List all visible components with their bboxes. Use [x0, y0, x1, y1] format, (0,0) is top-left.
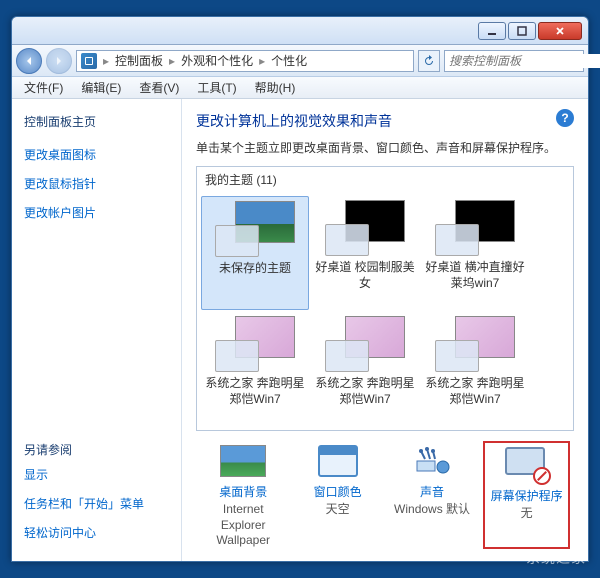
- control-panel-icon: [81, 53, 97, 69]
- theme-label: 系统之家 奔跑明星郑恺Win7: [313, 376, 417, 407]
- option-window-color[interactable]: 窗口颜色 天空: [294, 441, 380, 549]
- sidebar-link-mouse[interactable]: 更改鼠标指针: [24, 175, 169, 192]
- address-bar[interactable]: ▸ 控制面板 ▸ 外观和个性化 ▸ 个性化: [76, 50, 414, 72]
- themes-heading: 我的主题 (11): [197, 167, 573, 192]
- option-screensaver[interactable]: 屏幕保护程序 无: [483, 441, 570, 549]
- theme-label: 未保存的主题: [219, 261, 291, 291]
- menu-view[interactable]: 查看(V): [131, 77, 187, 98]
- sidebar-seealso: 另请参阅: [24, 441, 169, 458]
- sidebar-link-display[interactable]: 显示: [24, 466, 169, 483]
- menu-help[interactable]: 帮助(H): [247, 77, 304, 98]
- theme-item[interactable]: 好桌道 横冲直撞好莱坞win7: [421, 196, 529, 310]
- theme-label: 好桌道 横冲直撞好莱坞win7: [423, 260, 527, 291]
- theme-item[interactable]: 系统之家 奔跑明星郑恺Win7: [421, 312, 529, 425]
- minimize-button[interactable]: [478, 22, 506, 40]
- sidebar-link-ease[interactable]: 轻松访问中心: [24, 524, 169, 541]
- desktop-bg-icon: [219, 441, 267, 481]
- titlebar: [12, 17, 588, 45]
- window: ▸ 控制面板 ▸ 外观和个性化 ▸ 个性化 文件(F) 编辑(E) 查看(V) …: [11, 16, 589, 562]
- theme-label: 系统之家 奔跑明星郑恺Win7: [423, 376, 527, 407]
- close-button[interactable]: [538, 22, 582, 40]
- option-sound[interactable]: 声音 Windows 默认: [389, 441, 475, 549]
- themes-grid: 未保存的主题好桌道 校园制服美女好桌道 横冲直撞好莱坞win7 系统之家 奔跑明星…: [197, 192, 573, 430]
- theme-item[interactable]: 未保存的主题: [201, 196, 309, 310]
- sidebar-link-taskbar[interactable]: 任务栏和「开始」菜单: [24, 495, 169, 512]
- sound-icon: [408, 441, 456, 481]
- sidebar-link-icons[interactable]: 更改桌面图标: [24, 146, 169, 163]
- page-title: 更改计算机上的视觉效果和声音: [196, 111, 574, 131]
- page-subtitle: 单击某个主题立即更改桌面背景、窗口颜色、声音和屏幕保护程序。: [196, 139, 574, 156]
- theme-item[interactable]: 系统之家 奔跑明星郑恺Win7: [201, 312, 309, 425]
- refresh-button[interactable]: [418, 50, 440, 72]
- theme-item[interactable]: 好桌道 校园制服美女: [311, 196, 419, 310]
- breadcrumb-root[interactable]: 控制面板: [115, 52, 163, 69]
- maximize-button[interactable]: [508, 22, 536, 40]
- sidebar-link-account[interactable]: 更改帐户图片: [24, 204, 169, 221]
- option-desktop-background[interactable]: 桌面背景 Internet Explorer Wallpaper: [200, 441, 286, 549]
- body: 控制面板主页 更改桌面图标 更改鼠标指针 更改帐户图片 另请参阅 显示 任务栏和…: [12, 99, 588, 561]
- menubar: 文件(F) 编辑(E) 查看(V) 工具(T) 帮助(H): [12, 77, 588, 99]
- forward-button[interactable]: [46, 48, 72, 74]
- menu-file[interactable]: 文件(F): [16, 77, 71, 98]
- window-color-icon: [314, 441, 362, 481]
- options-row: 桌面背景 Internet Explorer Wallpaper 窗口颜色 天空…: [196, 431, 574, 553]
- menu-edit[interactable]: 编辑(E): [73, 77, 129, 98]
- back-button[interactable]: [16, 48, 42, 74]
- breadcrumb-sep: ▸: [103, 54, 109, 68]
- navbar: ▸ 控制面板 ▸ 外观和个性化 ▸ 个性化: [12, 45, 588, 77]
- sidebar: 控制面板主页 更改桌面图标 更改鼠标指针 更改帐户图片 另请参阅 显示 任务栏和…: [12, 99, 182, 561]
- search-input[interactable]: [449, 54, 600, 68]
- menu-tools[interactable]: 工具(T): [189, 77, 244, 98]
- search-box[interactable]: [444, 50, 584, 72]
- screensaver-icon: [503, 445, 551, 485]
- content: ? 更改计算机上的视觉效果和声音 单击某个主题立即更改桌面背景、窗口颜色、声音和…: [182, 99, 588, 561]
- breadcrumb-leaf[interactable]: 个性化: [271, 52, 307, 69]
- themes-panel: 我的主题 (11) 未保存的主题好桌道 校园制服美女好桌道 横冲直撞好莱坞win…: [196, 166, 574, 431]
- breadcrumb-mid[interactable]: 外观和个性化: [181, 52, 253, 69]
- sidebar-home[interactable]: 控制面板主页: [24, 113, 169, 130]
- help-icon[interactable]: ?: [556, 109, 574, 127]
- theme-label: 好桌道 校园制服美女: [313, 260, 417, 291]
- no-icon: [533, 467, 551, 485]
- theme-label: 系统之家 奔跑明星郑恺Win7: [203, 376, 307, 407]
- theme-item[interactable]: 系统之家 奔跑明星郑恺Win7: [311, 312, 419, 425]
